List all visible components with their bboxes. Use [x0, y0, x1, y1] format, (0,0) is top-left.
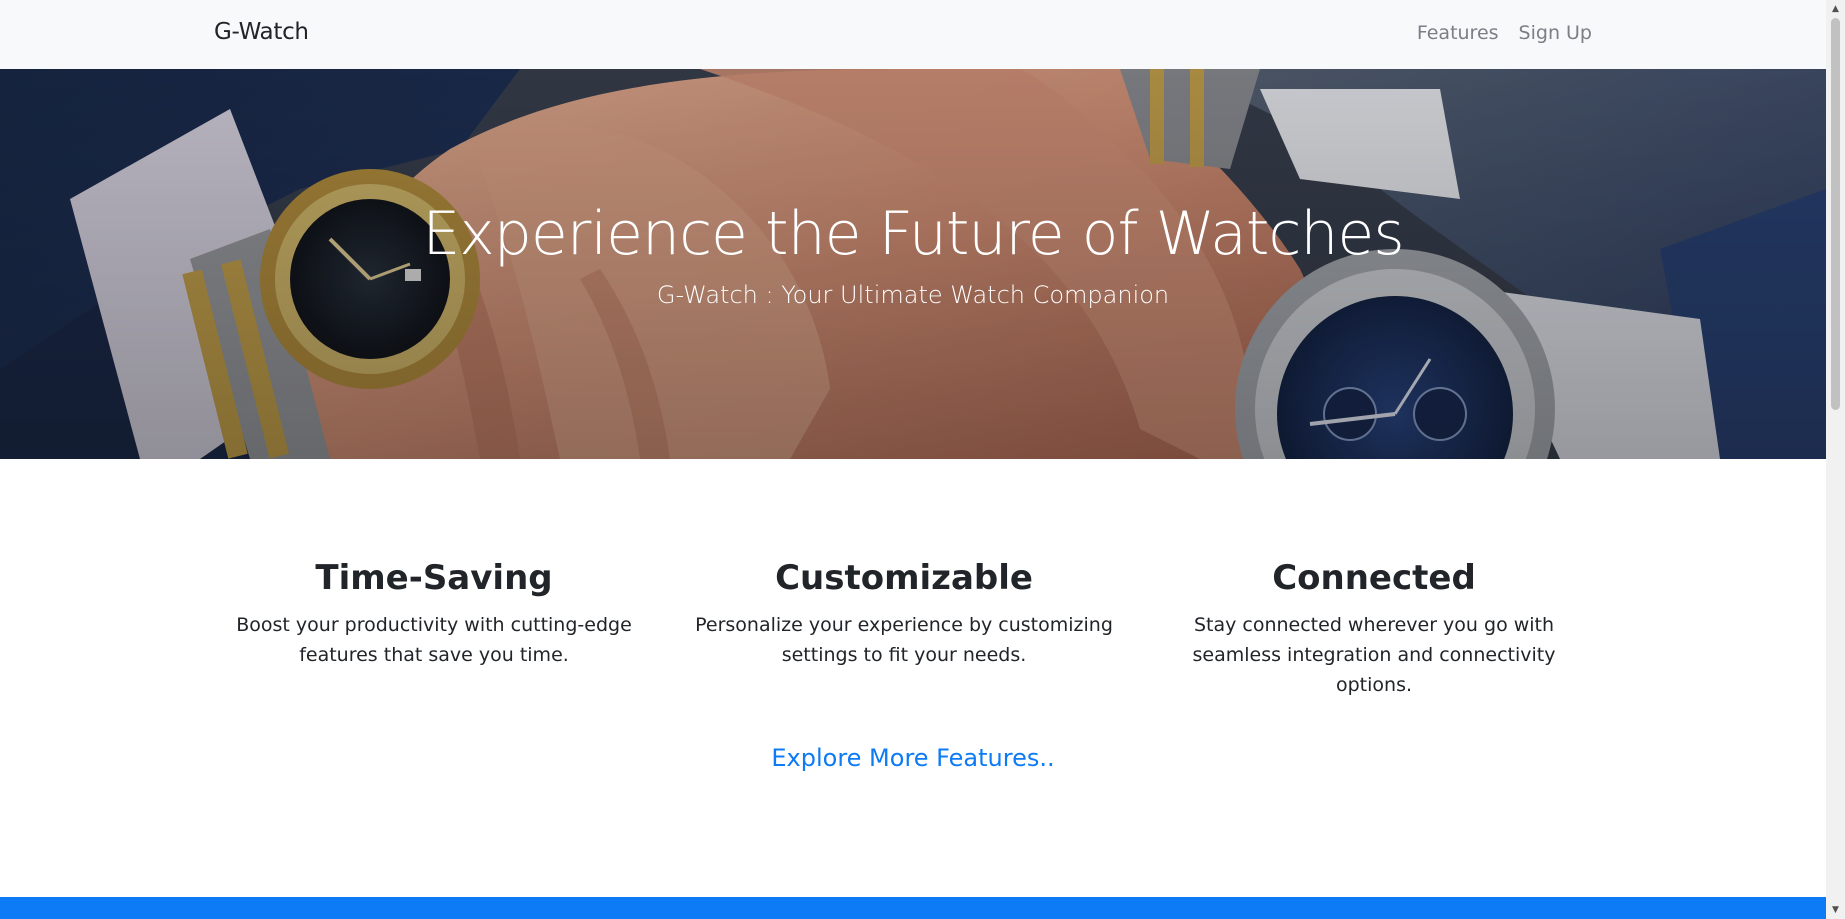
feature-title: Connected [1272, 558, 1476, 598]
feature-connected: Connected Stay connected wherever you go… [1154, 558, 1594, 700]
feature-description: Stay connected wherever you go with seam… [1192, 614, 1556, 696]
navbar: G-Watch Features Sign Up [0, 0, 1826, 70]
brand-logo[interactable]: G-Watch [214, 19, 309, 45]
feature-description: Personalize your experience by customizi… [695, 614, 1113, 666]
feature-time-saving: Time-Saving Boost your productivity with… [214, 558, 654, 700]
footer-bar [0, 897, 1826, 919]
page: G-Watch Features Sign Up Experience the … [0, 0, 1845, 919]
scrollbar-thumb[interactable] [1831, 18, 1840, 410]
hero-banner: Experience the Future of Watches G-Watch… [0, 69, 1826, 459]
nav-link-features[interactable]: Features [1417, 22, 1499, 44]
feature-title: Time-Saving [315, 558, 553, 598]
explore-container: Explore More Features.. [0, 744, 1826, 772]
chevron-down-icon[interactable]: ▼ [1826, 901, 1845, 919]
explore-more-features-link[interactable]: Explore More Features.. [771, 744, 1054, 772]
nav-links: Features Sign Up [1417, 22, 1592, 44]
feature-customizable: Customizable Personalize your experience… [684, 558, 1124, 700]
chevron-up-icon[interactable]: ▲ [1826, 0, 1845, 18]
hero-title: Experience the Future of Watches [422, 199, 1404, 269]
nav-link-sign-up[interactable]: Sign Up [1519, 22, 1592, 44]
feature-title: Customizable [775, 558, 1033, 598]
hero-subtitle: G-Watch : Your Ultimate Watch Companion [656, 281, 1170, 309]
features-section: Time-Saving Boost your productivity with… [214, 558, 1594, 700]
feature-description: Boost your productivity with cutting-edg… [236, 614, 632, 666]
vertical-scrollbar[interactable]: ▲ ▼ [1826, 0, 1845, 919]
